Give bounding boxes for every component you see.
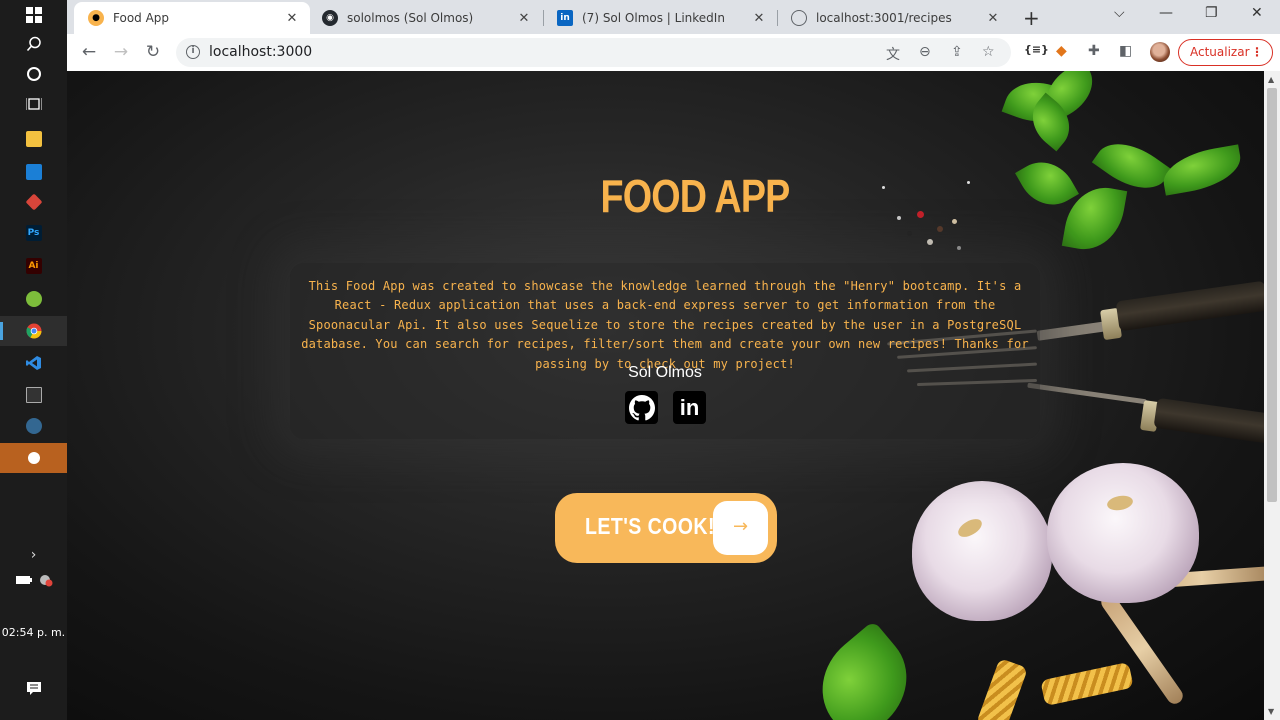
json-extension-icon[interactable]: {≡} [1024, 43, 1049, 56]
new-tab-plus-icon[interactable]: + [1023, 6, 1040, 30]
photoshop-label: Ps [25, 225, 42, 241]
linkedin-icon: in [557, 10, 573, 26]
github-icon: ◉ [322, 10, 338, 26]
battery-network-icon[interactable] [0, 573, 67, 591]
browser-toolbar: ← → ↻ i localhost:3000 ⽂ ⊖ ⇪ ☆ {≡} ◆ ✚ ◧… [67, 34, 1280, 71]
folder-icon[interactable] [0, 124, 67, 154]
terminal-icon[interactable] [0, 380, 67, 410]
update-label: Actualizar [1190, 45, 1250, 59]
tab-github[interactable]: ◉ sololmos (Sol Olmos) ✕ [308, 2, 542, 34]
metamask-icon[interactable]: ◆ [1056, 43, 1067, 59]
reload-icon[interactable]: ↻ [141, 41, 165, 65]
app-icon[interactable] [0, 187, 67, 217]
scroll-up-icon[interactable]: ▲ [1268, 75, 1274, 84]
cortana-circle-icon[interactable] [0, 59, 67, 89]
chevron-right-icon[interactable]: › [0, 547, 67, 563]
lets-cook-button[interactable]: LET'S COOK! → [555, 493, 777, 563]
windows-logo-icon[interactable] [0, 0, 67, 30]
avatar[interactable] [1150, 42, 1170, 62]
update-button[interactable]: Actualizar ⋮ [1178, 39, 1273, 66]
vscode-icon[interactable] [0, 348, 67, 378]
tab-title: (7) Sol Olmos | LinkedIn [582, 11, 725, 25]
tab-title: Food App [113, 11, 170, 25]
scroll-down-icon[interactable]: ▼ [1268, 707, 1274, 716]
lets-cook-label: LET'S COOK! [585, 513, 715, 539]
page-viewport: FOOD APP This Food App was created to sh… [67, 71, 1264, 720]
linkedin-icon: in [679, 394, 700, 420]
mail-icon[interactable] [0, 157, 67, 187]
project-description: This Food App was created to showcase th… [301, 279, 1029, 371]
menu-dots-icon: ⋮ [1251, 45, 1263, 59]
page-scrollbar[interactable]: ▲ ▼ [1264, 71, 1280, 720]
tab-title: sololmos (Sol Olmos) [347, 11, 474, 25]
pasta-decoration [800, 620, 1167, 720]
tab-recipes[interactable]: localhost:3001/recipes ✕ [777, 2, 1011, 34]
window-close-icon[interactable]: ✕ [1251, 5, 1263, 21]
notifications-icon[interactable] [0, 680, 67, 700]
restore-icon[interactable]: ❐ [1205, 5, 1218, 21]
back-arrow-icon[interactable]: ← [77, 41, 101, 65]
photoshop-icon[interactable]: Ps [0, 218, 67, 248]
github-icon [628, 394, 655, 420]
page-title: FOOD APP [600, 170, 790, 222]
url-text[interactable]: localhost:3000 [209, 44, 312, 60]
scroll-thumb[interactable] [1267, 88, 1277, 502]
linkedin-link[interactable]: in [673, 391, 706, 424]
site-info-icon[interactable]: i [186, 45, 200, 59]
clock[interactable]: 02:54 p. m. [0, 626, 67, 639]
author-name: Sol Olmos [628, 364, 702, 381]
close-icon[interactable]: ✕ [284, 11, 300, 26]
chrome-icon[interactable] [0, 316, 67, 346]
tab-title: localhost:3001/recipes [816, 11, 952, 25]
minimize-icon[interactable]: — [1159, 5, 1173, 21]
tab-strip: ● Food App ✕ ◉ sololmos (Sol Olmos) ✕ in… [67, 0, 1280, 34]
side-panel-icon[interactable]: ◧ [1119, 43, 1132, 59]
bookmark-star-icon[interactable]: ☆ [982, 44, 995, 60]
food-app-icon: ● [88, 10, 104, 26]
zoom-icon[interactable]: ⊖ [919, 44, 931, 60]
arrow-right-icon: → [713, 501, 768, 555]
tab-linkedin[interactable]: in (7) Sol Olmos | LinkedIn ✕ [543, 2, 777, 34]
tab-food-app[interactable]: ● Food App ✕ [74, 2, 310, 34]
address-bar[interactable]: i localhost:3000 ⽂ ⊖ ⇪ ☆ [176, 38, 1011, 67]
task-view-icon[interactable] [0, 89, 67, 119]
illustrator-label: Ai [25, 258, 42, 274]
forward-arrow-icon[interactable]: → [109, 41, 133, 65]
github-link[interactable] [625, 391, 658, 424]
translate-icon[interactable]: ⽂ [886, 44, 900, 64]
postgres-icon[interactable] [0, 411, 67, 441]
close-icon[interactable]: ✕ [985, 11, 1001, 26]
app-icon[interactable] [0, 284, 67, 314]
globe-icon [791, 10, 807, 26]
close-icon[interactable]: ✕ [516, 11, 532, 26]
search-icon[interactable] [0, 29, 67, 59]
browser-chrome: ● Food App ✕ ◉ sololmos (Sol Olmos) ✕ in… [67, 0, 1280, 71]
tab-search-chevron-icon[interactable]: ⌵ [1114, 5, 1125, 21]
app-icon[interactable] [0, 443, 67, 473]
windows-taskbar: Ps Ai › 02:54 p. m. [0, 0, 67, 720]
share-icon[interactable]: ⇪ [951, 44, 963, 60]
extensions-puzzle-icon[interactable]: ✚ [1088, 43, 1100, 59]
illustrator-icon[interactable]: Ai [0, 251, 67, 281]
close-icon[interactable]: ✕ [751, 11, 767, 26]
